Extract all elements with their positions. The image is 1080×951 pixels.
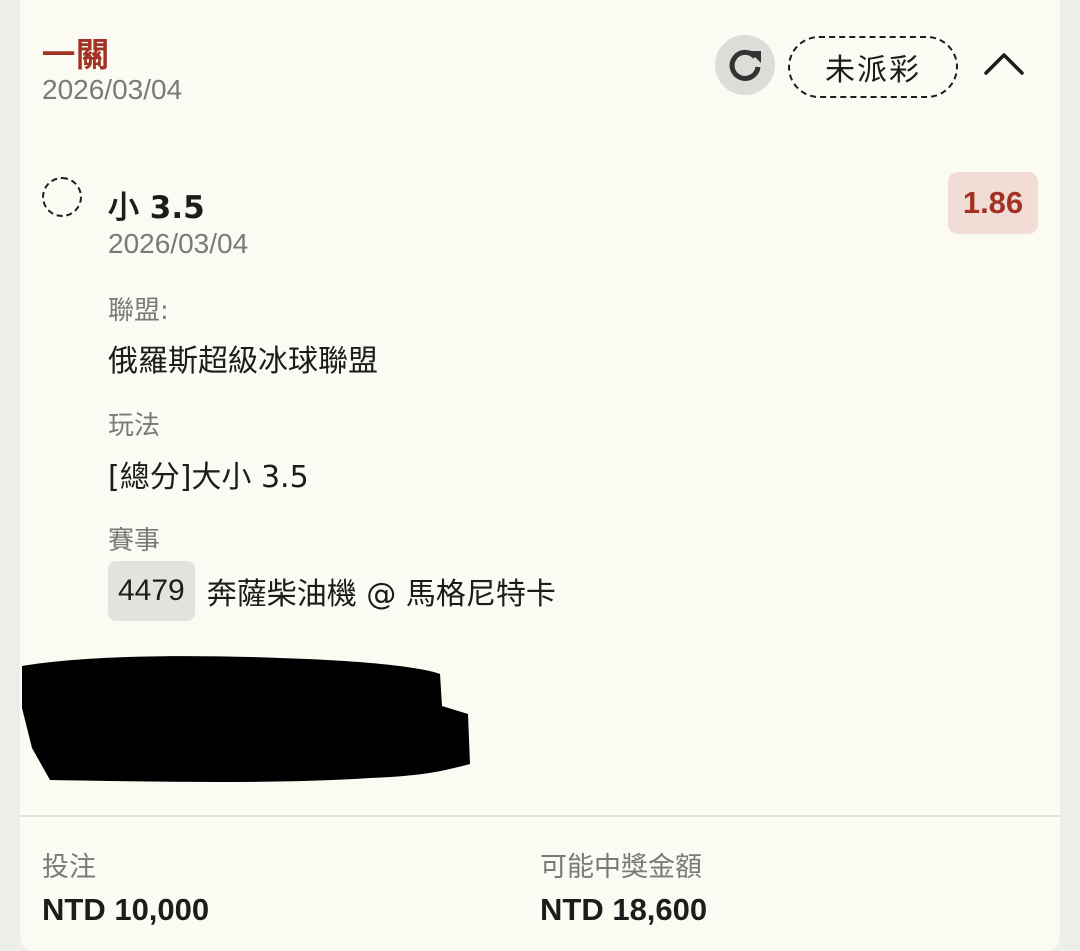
event-id-badge: 4479 bbox=[108, 561, 195, 621]
bet-card: 一關 2026/03/04 未派彩 小 3.5 1.86 2026/03/04 … bbox=[20, 0, 1060, 951]
league-label: 聯盟: bbox=[108, 296, 169, 326]
payout-label: 可能中獎金額 bbox=[540, 852, 702, 883]
summary-divider bbox=[20, 815, 1060, 817]
selection-date: 2026/03/04 bbox=[108, 228, 249, 259]
market-label: 玩法 bbox=[108, 411, 161, 441]
refresh-button[interactable] bbox=[715, 35, 775, 95]
collapse-button[interactable] bbox=[980, 44, 1028, 84]
market-value: [總分]大小 3.5 bbox=[108, 460, 309, 495]
event-label: 賽事 bbox=[108, 526, 161, 556]
refresh-icon bbox=[729, 49, 761, 81]
redaction-block bbox=[22, 656, 470, 782]
odds-badge: 1.86 bbox=[948, 172, 1038, 234]
event-name: 奔薩柴油機 @ 馬格尼特卡 bbox=[206, 577, 556, 612]
chevron-up-icon bbox=[984, 53, 1024, 75]
stake-value: NTD 10,000 bbox=[42, 892, 210, 927]
event-row: 4479 奔薩柴油機 @ 馬格尼特卡 bbox=[108, 561, 556, 621]
selection-name: 小 3.5 bbox=[108, 190, 205, 226]
bet-date: 2026/03/04 bbox=[42, 74, 183, 105]
league-value: 俄羅斯超級冰球聯盟 bbox=[108, 344, 378, 379]
stake-label: 投注 bbox=[42, 852, 96, 883]
selection-status-icon bbox=[42, 177, 82, 217]
payout-value: NTD 18,600 bbox=[540, 892, 708, 927]
bet-type-title: 一關 bbox=[42, 35, 110, 74]
status-badge: 未派彩 bbox=[788, 36, 958, 98]
